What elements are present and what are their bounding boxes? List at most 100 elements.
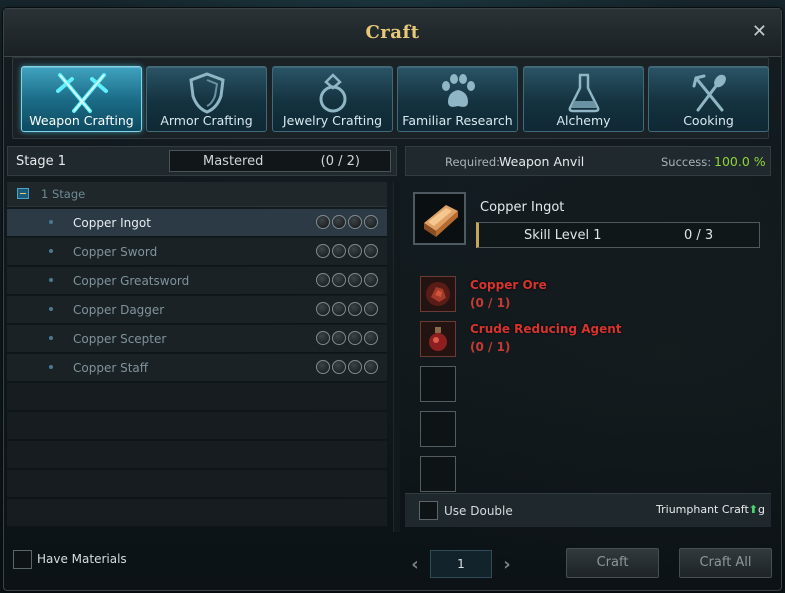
craft-all-button[interactable]: Craft All (679, 548, 772, 578)
have-materials-label: Have Materials (37, 552, 127, 566)
material-name: Crude Reducing Agent (470, 322, 622, 336)
tab-weapon-crafting[interactable]: Weapon Crafting (21, 66, 142, 132)
use-double-toggle[interactable]: Use Double (419, 501, 513, 520)
copper-ore-icon (426, 282, 450, 306)
crossed-swords-icon (22, 72, 141, 114)
recipe-row[interactable]: Copper Ingot (7, 209, 387, 237)
recipe-name: Copper Dagger (73, 303, 165, 317)
result-item-name: Copper Ingot (480, 200, 565, 215)
tab-label: Armor Crafting (160, 113, 253, 128)
copper-ingot-icon (423, 204, 458, 237)
craft-options-bar: Use Double Triumphant Craft⬆g (405, 493, 771, 527)
empty-row (7, 383, 387, 411)
recipe-name: Copper Sword (73, 245, 158, 259)
tab-label: Jewelry Crafting (282, 113, 383, 128)
requirements-header: Required: Weapon Anvil Success: 100.0 % (405, 146, 771, 176)
required-label: Required: (445, 155, 501, 169)
empty-row (7, 441, 387, 469)
tab-label: Alchemy (556, 113, 611, 128)
mastery-circles (316, 331, 378, 345)
recipe-row[interactable]: Copper Greatsword (7, 267, 387, 295)
chevron-right-icon[interactable]: › (500, 554, 514, 575)
bullet-icon (49, 249, 53, 253)
material-slot-empty (420, 366, 456, 402)
tab-label: Cooking (683, 113, 734, 128)
recipe-row[interactable]: Copper Staff (7, 354, 387, 382)
mastery-circles (316, 215, 378, 229)
triumphant-suffix: g (758, 503, 765, 516)
potion-flask-icon (429, 327, 447, 351)
stage-group-header[interactable]: 1 Stage (7, 182, 387, 207)
triumphant-crafting-label: Triumphant Craft⬆g (656, 503, 765, 516)
material-count: (0 / 1) (470, 296, 511, 310)
tab-jewelry-crafting[interactable]: Jewelry Crafting (272, 66, 393, 132)
recipe-row[interactable]: Copper Scepter (7, 325, 387, 353)
success-value: 100.0 % (714, 154, 766, 169)
window-title: Craft (365, 22, 420, 43)
tab-armor-crafting[interactable]: Armor Crafting (146, 66, 267, 132)
shield-icon (147, 72, 266, 114)
tab-label: Weapon Crafting (29, 113, 134, 128)
mastery-circles (316, 302, 378, 316)
material-count: (0 / 1) (470, 340, 511, 354)
triumphant-text: Triumphant Craft (656, 503, 749, 516)
recipe-list: 1 Stage Copper Ingot Copper Sword Copper… (7, 182, 387, 532)
mastered-label: Mastered (203, 154, 264, 169)
up-arrow-icon: ⬆ (748, 503, 759, 516)
bullet-icon (49, 278, 53, 282)
recipe-row[interactable]: Copper Dagger (7, 296, 387, 324)
skill-level-bar: Skill Level 1 0 / 3 (476, 222, 760, 248)
material-slot[interactable] (420, 276, 456, 312)
paw-icon (398, 72, 517, 114)
recipe-name: Copper Ingot (73, 216, 151, 230)
use-double-checkbox[interactable] (419, 501, 438, 520)
tab-label: Familiar Research (402, 113, 513, 128)
mastered-progress: Mastered (0 / 2) (169, 150, 391, 172)
material-slot[interactable] (420, 321, 456, 357)
have-materials-toggle[interactable]: Have Materials (13, 549, 127, 569)
bullet-icon (49, 365, 53, 369)
bullet-icon (49, 220, 53, 224)
use-double-label: Use Double (444, 503, 513, 518)
flask-icon (524, 72, 643, 114)
skill-level-label: Skill Level 1 (524, 228, 602, 243)
recipe-name: Copper Scepter (73, 332, 167, 346)
recipe-name: Copper Greatsword (73, 274, 190, 288)
recipe-name: Copper Staff (73, 361, 149, 375)
material-slot-empty (420, 456, 456, 492)
close-icon[interactable]: ✕ (752, 21, 767, 42)
fork-spoon-icon (649, 72, 768, 114)
tab-cooking[interactable]: Cooking (648, 66, 769, 132)
empty-row (7, 412, 387, 440)
required-value: Weapon Anvil (499, 154, 585, 169)
material-name: Copper Ore (470, 278, 547, 292)
mastery-circles (316, 273, 378, 287)
recipe-row[interactable]: Copper Sword (7, 238, 387, 266)
empty-row (7, 499, 387, 527)
mastery-circles (316, 244, 378, 258)
title-bar: Craft ✕ (4, 9, 781, 57)
stage-header: Stage 1 Mastered (0 / 2) (7, 146, 397, 176)
mastered-count: (0 / 2) (320, 154, 360, 169)
category-tab-bar: Weapon Crafting Armor Crafting Jewelry C… (12, 57, 769, 139)
result-item-slot[interactable] (413, 192, 466, 245)
empty-row (7, 470, 387, 498)
tab-alchemy[interactable]: Alchemy (523, 66, 644, 132)
quantity-pager: ‹ 1 › (408, 548, 514, 580)
skill-level-count: 0 / 3 (684, 228, 714, 243)
list-scrollbar[interactable] (393, 182, 400, 532)
stage-label: Stage 1 (16, 154, 66, 169)
collapse-icon[interactable] (17, 188, 29, 199)
tab-familiar-research[interactable]: Familiar Research (397, 66, 518, 132)
have-materials-checkbox[interactable] (13, 549, 32, 569)
bullet-icon (49, 336, 53, 340)
craft-button[interactable]: Craft (566, 548, 659, 578)
chevron-left-icon[interactable]: ‹ (408, 554, 422, 575)
material-slot-empty (420, 411, 456, 447)
quantity-input[interactable]: 1 (430, 550, 492, 578)
ring-icon (273, 72, 392, 114)
success-label: Success: (661, 155, 712, 169)
stage-group-label: 1 Stage (41, 187, 86, 201)
mastery-circles (316, 360, 378, 374)
bullet-icon (49, 307, 53, 311)
